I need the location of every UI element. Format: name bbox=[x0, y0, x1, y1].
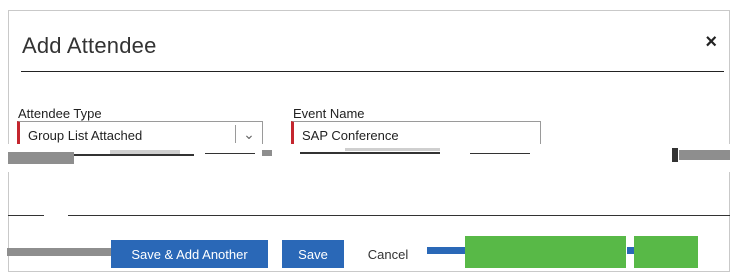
chevron-down-icon[interactable]: ⌄ bbox=[241, 125, 257, 143]
artifact-gap bbox=[44, 208, 68, 222]
save-and-add-another-button[interactable]: Save & Add Another bbox=[111, 240, 268, 268]
select-divider bbox=[235, 125, 236, 143]
artifact-line bbox=[205, 153, 255, 154]
artifact-line bbox=[300, 152, 440, 154]
render-artifact-strip bbox=[0, 144, 736, 172]
title-divider bbox=[21, 71, 724, 72]
close-icon[interactable]: × bbox=[705, 32, 717, 52]
artifact-bar bbox=[627, 247, 634, 254]
save-button[interactable]: Save bbox=[282, 240, 344, 268]
artifact-bar bbox=[8, 152, 74, 164]
artifact-line bbox=[74, 154, 194, 156]
green-secondary-button[interactable] bbox=[634, 236, 698, 268]
artifact-bar bbox=[7, 248, 111, 256]
green-action-button[interactable] bbox=[465, 236, 626, 268]
artifact-bar bbox=[262, 150, 272, 156]
artifact-bar bbox=[679, 150, 730, 160]
artifact-bar bbox=[427, 247, 465, 254]
cancel-button[interactable]: Cancel bbox=[356, 240, 420, 268]
attendee-type-label: Attendee Type bbox=[18, 106, 102, 121]
dialog-title: Add Attendee bbox=[22, 33, 157, 58]
event-name-label: Event Name bbox=[293, 106, 365, 121]
attendee-type-value: Group List Attached bbox=[28, 128, 143, 143]
artifact-bar bbox=[672, 148, 678, 162]
artifact-bar bbox=[345, 148, 440, 151]
artifact-bar bbox=[110, 150, 180, 154]
event-name-value: SAP Conference bbox=[302, 128, 399, 143]
footer-divider bbox=[8, 215, 730, 216]
artifact-line bbox=[470, 153, 530, 154]
